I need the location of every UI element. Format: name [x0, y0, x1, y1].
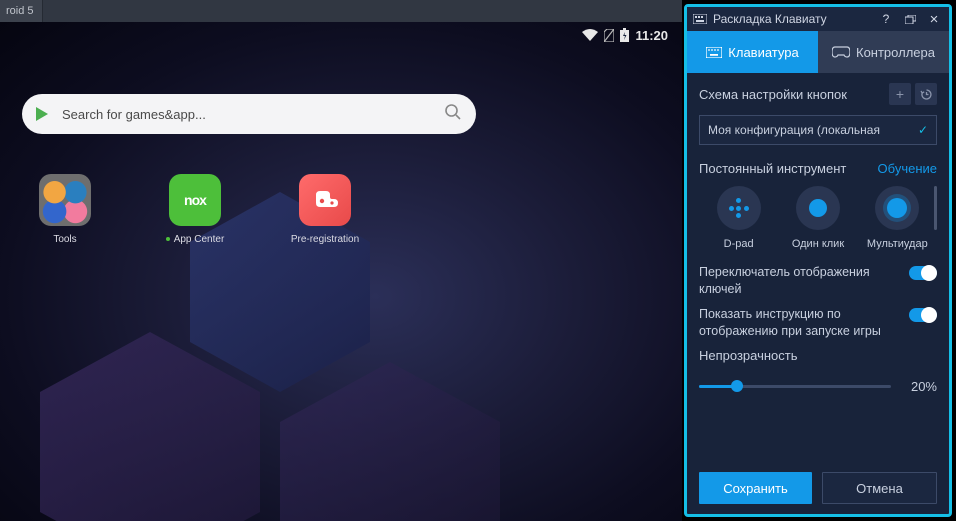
- wallpaper-shape: [280, 362, 500, 521]
- keyboard-layout-panel: Раскладка Клавиату ? × Клавиатура Контро…: [684, 4, 952, 517]
- home-apps-row: Tools nox App Center Pre-registration: [0, 174, 390, 245]
- emulator-topbar: roid 5: [0, 0, 682, 22]
- add-config-button[interactable]: +: [889, 83, 911, 105]
- tab-label: Клавиатура: [728, 45, 798, 60]
- tab-controller[interactable]: Контроллера: [818, 31, 949, 73]
- slider-thumb[interactable]: [731, 380, 743, 392]
- restore-button[interactable]: [901, 11, 919, 27]
- scrollbar[interactable]: [934, 186, 937, 230]
- tool-row: D-pad Один клик Мультиудар: [699, 186, 937, 250]
- appcenter-icon: nox: [169, 174, 221, 226]
- toggle-keys-label: Переключатель отображения ключей: [699, 264, 901, 298]
- tool-label: Один клик: [792, 238, 844, 250]
- tool-label: D-pad: [724, 238, 754, 250]
- search-placeholder: Search for games&app...: [62, 107, 444, 122]
- search-bar[interactable]: Search for games&app...: [22, 94, 476, 134]
- help-button[interactable]: ?: [877, 11, 895, 27]
- emulator-screen: 11:20 Search for games&app... Tools nox …: [0, 22, 682, 521]
- keyboard-icon: [693, 14, 707, 24]
- permanent-tool-label: Постоянный инструмент: [699, 161, 846, 176]
- panel-footer: Сохранить Отмена: [687, 462, 949, 514]
- search-icon[interactable]: [444, 103, 462, 126]
- panel-tabs: Клавиатура Контроллера: [687, 31, 949, 73]
- config-select[interactable]: Моя конфигурация (локальная ✓: [699, 115, 937, 145]
- toggle-instruction-label: Показать инструкцию по отображению при з…: [699, 306, 901, 340]
- status-time: 11:20: [635, 28, 668, 43]
- app-label: App Center: [166, 234, 225, 245]
- history-config-button[interactable]: [915, 83, 937, 105]
- wifi-icon: [582, 29, 598, 41]
- tool-label: Мультиудар: [867, 238, 928, 250]
- opacity-slider[interactable]: [699, 385, 891, 388]
- opacity-label: Непрозрачность: [699, 348, 937, 363]
- multi-strike-icon: [875, 186, 919, 230]
- save-button[interactable]: Сохранить: [699, 472, 812, 504]
- play-store-icon: [36, 107, 48, 121]
- android-status-bar: 11:20: [0, 22, 682, 48]
- app-label: Tools: [53, 234, 76, 245]
- opacity-value: 20%: [903, 379, 937, 394]
- close-button[interactable]: ×: [925, 11, 943, 27]
- tab-label: Контроллера: [856, 45, 935, 60]
- cancel-button[interactable]: Отмена: [822, 472, 937, 504]
- battery-charging-icon: [620, 28, 629, 42]
- toggle-keys-switch[interactable]: [909, 266, 937, 280]
- dpad-icon: [717, 186, 761, 230]
- app-label: Pre-registration: [291, 234, 359, 245]
- single-click-icon: [796, 186, 840, 230]
- controller-icon: [832, 46, 850, 58]
- tools-folder-icon: [39, 174, 91, 226]
- emulator-tab[interactable]: roid 5: [0, 0, 43, 22]
- prereg-icon: [299, 174, 351, 226]
- tool-dpad[interactable]: D-pad: [700, 186, 778, 250]
- app-appcenter[interactable]: nox App Center: [130, 174, 260, 245]
- learn-link[interactable]: Обучение: [878, 161, 937, 176]
- config-value: Моя конфигурация (локальная: [708, 123, 880, 137]
- panel-titlebar: Раскладка Клавиату ? ×: [687, 7, 949, 31]
- check-icon: ✓: [918, 123, 928, 137]
- tab-keyboard[interactable]: Клавиатура: [687, 31, 818, 73]
- tool-single-click[interactable]: Один клик: [779, 186, 857, 250]
- panel-body: Схема настройки кнопок + Моя конфигураци…: [687, 73, 949, 462]
- toggle-instruction-switch[interactable]: [909, 308, 937, 322]
- tool-multi-strike[interactable]: Мультиудар: [858, 186, 936, 250]
- notification-dot: [166, 237, 170, 241]
- app-tools[interactable]: Tools: [0, 174, 130, 245]
- panel-title-text: Раскладка Клавиату: [713, 12, 827, 26]
- scheme-label: Схема настройки кнопок: [699, 87, 847, 102]
- app-prereg[interactable]: Pre-registration: [260, 174, 390, 245]
- keyboard-icon: [706, 47, 722, 58]
- sim-icon: [604, 29, 614, 42]
